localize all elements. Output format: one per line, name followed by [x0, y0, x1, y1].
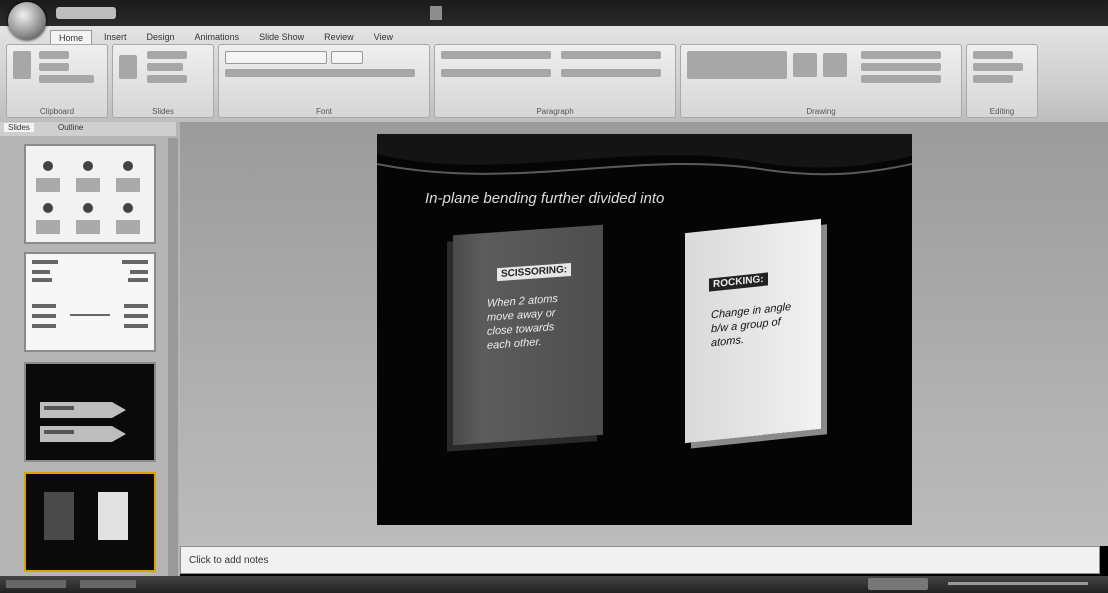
window-title: [430, 6, 442, 20]
title-bar: [0, 0, 1108, 26]
group-editing: Editing: [966, 44, 1038, 118]
cut-button[interactable]: [39, 51, 69, 59]
delete-button[interactable]: [147, 75, 187, 83]
notes-pane[interactable]: Click to add notes: [180, 546, 1100, 574]
group-drawing: Drawing: [680, 44, 962, 118]
slides-panel: Slides Outline: [0, 122, 180, 576]
font-size-box[interactable]: [331, 51, 363, 64]
slide-title[interactable]: In-plane bending further divided into: [425, 190, 664, 207]
scissoring-heading: SCISSORING:: [497, 262, 572, 282]
thumbnail-content: [40, 402, 126, 442]
paste-button[interactable]: [13, 51, 31, 79]
shape-effects-button[interactable]: [861, 75, 941, 83]
shape-outline-button[interactable]: [861, 63, 941, 71]
notes-placeholder: Click to add notes: [189, 555, 269, 566]
tab-slide-show[interactable]: Slide Show: [251, 30, 312, 45]
align-buttons[interactable]: [441, 69, 551, 77]
slide-thumbnail[interactable]: [24, 362, 156, 462]
group-label-clipboard: Clipboard: [39, 107, 75, 116]
copy-button[interactable]: [39, 63, 69, 71]
panel-scrollbar[interactable]: [168, 138, 178, 576]
ribbon-groups: Clipboard Slides Font Paragraph Drawing …: [6, 44, 1102, 118]
group-label-paragraph: Paragraph: [536, 107, 574, 116]
find-button[interactable]: [973, 51, 1013, 59]
rocking-heading: ROCKING:: [709, 272, 768, 292]
quick-access-toolbar[interactable]: [56, 7, 116, 19]
slide-thumbnail[interactable]: [24, 144, 156, 244]
replace-button[interactable]: [973, 63, 1023, 71]
tab-home[interactable]: Home: [50, 30, 93, 45]
rocking-card[interactable]: ROCKING: Change in angle b/w a group of …: [685, 218, 821, 444]
slide-count-indicator: [6, 580, 66, 588]
layout-button[interactable]: [147, 51, 187, 59]
theme-name-indicator: [80, 580, 136, 588]
thumbnail-content: [36, 161, 140, 234]
font-name-box[interactable]: [225, 51, 327, 64]
group-label-slides: Slides: [152, 107, 174, 116]
group-slides: Slides: [112, 44, 214, 118]
panel-tabs: Slides Outline: [0, 122, 176, 136]
format-painter-button[interactable]: [39, 75, 94, 83]
group-label-drawing: Drawing: [806, 107, 836, 116]
scissoring-body: When 2 atoms move away or close towards …: [487, 292, 558, 352]
tab-view[interactable]: View: [366, 30, 401, 45]
shapes-gallery[interactable]: [687, 51, 787, 79]
select-button[interactable]: [973, 75, 1013, 83]
arrange-button[interactable]: [793, 53, 817, 77]
ribbon-tabs: Home Insert Design Animations Slide Show…: [50, 30, 401, 45]
new-slide-button[interactable]: [119, 55, 137, 79]
list-buttons[interactable]: [441, 51, 551, 59]
view-buttons[interactable]: [868, 578, 928, 590]
convert-to-smartart-button[interactable]: [561, 69, 661, 77]
scissoring-card[interactable]: SCISSORING: When 2 atoms move away or cl…: [453, 224, 603, 446]
tab-animations[interactable]: Animations: [187, 30, 248, 45]
group-paragraph: Paragraph: [434, 44, 676, 118]
thumbnail-content: [44, 492, 128, 540]
shape-fill-button[interactable]: [861, 51, 941, 59]
slide-thumbnail-selected[interactable]: [24, 472, 156, 572]
tab-slides[interactable]: Slides: [4, 123, 34, 132]
tab-design[interactable]: Design: [139, 30, 183, 45]
tab-review[interactable]: Review: [316, 30, 362, 45]
text-direction-button[interactable]: [561, 51, 661, 59]
tab-outline[interactable]: Outline: [54, 123, 87, 132]
quick-styles-button[interactable]: [823, 53, 847, 77]
office-button[interactable]: [8, 2, 46, 40]
thumbnail-content: [32, 260, 148, 328]
slide-thumbnail[interactable]: [24, 252, 156, 352]
group-clipboard: Clipboard: [6, 44, 108, 118]
slide-canvas[interactable]: In-plane bending further divided into SC…: [377, 134, 912, 525]
slide-header-wave: [377, 134, 912, 194]
status-bar: [0, 576, 1108, 593]
group-font: Font: [218, 44, 430, 118]
tab-insert[interactable]: Insert: [96, 30, 135, 45]
zoom-slider[interactable]: [948, 582, 1088, 585]
reset-button[interactable]: [147, 63, 183, 71]
group-label-font: Font: [315, 107, 332, 116]
group-label-editing: Editing: [989, 107, 1015, 116]
font-format-buttons[interactable]: [225, 69, 415, 77]
rocking-body: Change in angle b/w a group of atoms.: [711, 300, 792, 350]
